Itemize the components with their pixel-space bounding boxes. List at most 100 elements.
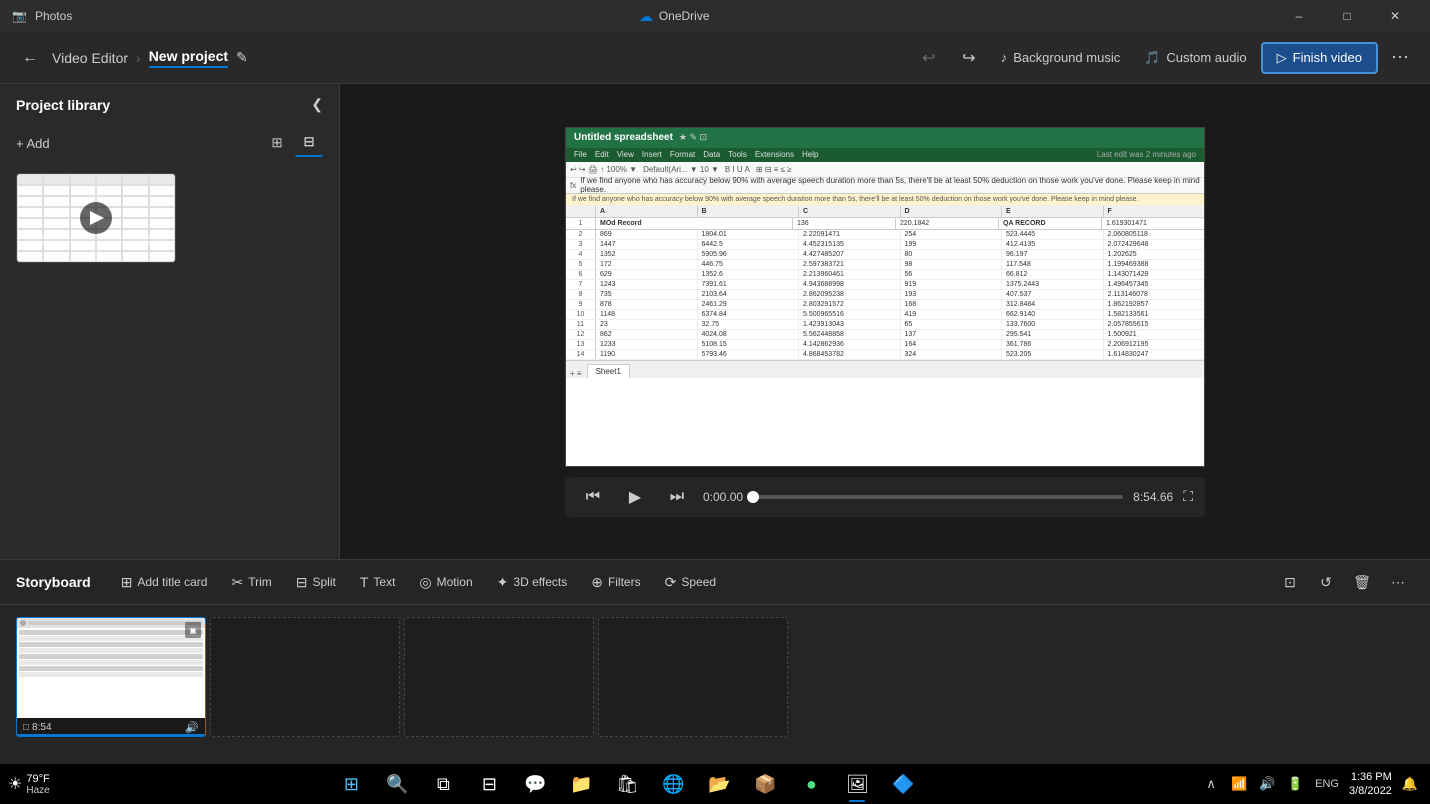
skip-back-button[interactable]: ⏮	[577, 481, 609, 513]
main-content: Project library ❮ + Add ⊞ ⊟	[0, 84, 1430, 559]
redo-button[interactable]: ↪	[951, 40, 987, 76]
finish-icon: ▷	[1277, 50, 1287, 66]
storyboard-title: Storyboard	[16, 574, 91, 590]
add-media-button[interactable]: + Add	[16, 136, 50, 151]
background-music-button[interactable]: ♪ Background music	[991, 44, 1130, 71]
sheet1-tab[interactable]: Sheet1	[587, 364, 630, 378]
story-clip-1[interactable]: ▣ □ 8:54 🔊	[16, 617, 206, 737]
trim-button[interactable]: ✂ Trim	[221, 568, 281, 597]
taskbar-taskview-button[interactable]: ⧉	[421, 764, 465, 804]
taskbar-battery-icon[interactable]: 🔋	[1281, 764, 1309, 804]
widgets-icon: ⊟	[482, 774, 497, 795]
library-toolbar: + Add ⊞ ⊟	[0, 125, 339, 165]
taskbar-chrome-button[interactable]: ●	[789, 764, 833, 804]
speed-label: Speed	[681, 575, 716, 589]
library-content	[0, 165, 339, 559]
taskbar-search-button[interactable]: 🔍	[375, 764, 419, 804]
system-tray-expand[interactable]: ∧	[1197, 764, 1225, 804]
speed-button[interactable]: ⟳ Speed	[655, 568, 726, 597]
taskbar-explorer-button[interactable]: 📁	[559, 764, 603, 804]
taskbar-eng-button[interactable]: ENG	[1311, 764, 1343, 804]
maximize-button[interactable]: □	[1324, 0, 1370, 32]
taskbar: ☀ 79°F Haze ⊞ 🔍 ⧉ ⊟ 💬 📁 🛍 🌐	[0, 764, 1430, 804]
taskbar-volume-icon[interactable]: 🔊	[1253, 764, 1281, 804]
taskbar-chat-button[interactable]: 💬	[513, 764, 557, 804]
formula-bar: fx If we find anyone who has accuracy be…	[566, 178, 1204, 194]
custom-audio-button[interactable]: 🎵 Custom audio	[1134, 44, 1256, 72]
project-library-header: Project library ❮	[0, 84, 339, 125]
motion-icon: ◎	[419, 574, 431, 591]
library-video-item[interactable]	[16, 173, 176, 263]
taskbar-folder-button[interactable]: 📂	[697, 764, 741, 804]
taskbar-notifications-button[interactable]: 🔔	[1398, 764, 1422, 804]
text-button[interactable]: T Text	[350, 568, 406, 596]
photos-taskbar-icon: 🖼	[846, 774, 869, 795]
storyboard-resize-button[interactable]: ⊡	[1274, 566, 1306, 598]
finish-video-button[interactable]: ▷ Finish video	[1261, 42, 1378, 74]
storyboard-delete-button[interactable]: 🗑	[1346, 566, 1378, 598]
close-button[interactable]: ✕	[1372, 0, 1418, 32]
undo-button[interactable]: ↩	[911, 40, 947, 76]
play-button[interactable]: ▶	[619, 481, 651, 513]
grid-view-button[interactable]: ⊞	[263, 129, 291, 157]
breadcrumb-separator: ›	[136, 50, 141, 66]
progress-thumb[interactable]	[747, 491, 759, 503]
taskview-icon: ⧉	[437, 774, 450, 795]
spreadsheet-content: Untitled spreadsheet ★ ✎ ⊡ File Edit Vie…	[566, 128, 1204, 466]
taskbar-start-button[interactable]: ⊞	[329, 764, 373, 804]
toolbar-actions: ↩ ↪ ♪ Background music 🎵 Custom audio ▷ …	[911, 40, 1418, 76]
storyboard-rotate-button[interactable]: ↺	[1310, 566, 1342, 598]
taskbar-edge-button[interactable]: 🌐	[651, 764, 695, 804]
weather-icon: ☀	[8, 774, 22, 794]
collapse-library-button[interactable]: ❮	[311, 96, 323, 113]
clip-progress-bar	[17, 734, 205, 736]
edge-icon: 🌐	[662, 774, 684, 795]
split-label: Split	[312, 575, 335, 589]
3d-effects-button[interactable]: ✦ 3D effects	[487, 568, 578, 597]
taskbar-right: ∧ 📶 🔊 🔋 ENG 1:36 PM 3/8/2022 🔔	[1197, 764, 1430, 804]
taskbar-widgets-button[interactable]: ⊟	[467, 764, 511, 804]
notifications-icon: 🔔	[1402, 776, 1418, 792]
weather-condition: Haze	[26, 785, 49, 796]
back-button[interactable]: ←	[12, 40, 48, 76]
taskbar-store-button[interactable]: 🛍	[605, 764, 649, 804]
more-options-button[interactable]: ⋯	[1382, 40, 1418, 76]
edit-project-name-button[interactable]: ✎	[236, 49, 248, 66]
taskbar-dropbox-button[interactable]: 📦	[743, 764, 787, 804]
text-label: Text	[373, 575, 395, 589]
fullscreen-button[interactable]: ⛶	[1183, 488, 1193, 505]
add-title-card-button[interactable]: ⊞ Add title card	[111, 568, 218, 597]
motion-label: Motion	[437, 575, 473, 589]
mod-record-label: MOd Record	[596, 218, 793, 229]
storyboard-more-button[interactable]: ⋯	[1382, 566, 1414, 598]
skip-forward-button[interactable]: ⏭	[661, 481, 693, 513]
onedrive-label: OneDrive	[659, 9, 710, 23]
filters-button[interactable]: ⊕ Filters	[581, 568, 650, 597]
onedrive-icon: ☁	[639, 8, 653, 25]
progress-bar[interactable]	[753, 495, 1123, 499]
taskbar-network-icon[interactable]: 📶	[1225, 764, 1253, 804]
project-name-label: New project	[149, 48, 228, 68]
video-preview-area: Untitled spreadsheet ★ ✎ ⊡ File Edit Vie…	[340, 84, 1430, 559]
filters-label: Filters	[608, 575, 641, 589]
clip-audio-icon: 🔊	[185, 721, 199, 734]
list-view-button[interactable]: ⊟	[295, 129, 323, 157]
taskbar-photos-button[interactable]: 🖼	[835, 764, 879, 804]
taskbar-apps: ⊞ 🔍 ⧉ ⊟ 💬 📁 🛍 🌐 📂 📦 ●	[58, 764, 1197, 804]
explorer-icon: 📁	[570, 774, 592, 795]
duration-icon: □	[23, 722, 29, 733]
add-title-card-icon: ⊞	[121, 574, 133, 591]
motion-button[interactable]: ◎ Motion	[409, 568, 482, 597]
video-thumbnail	[17, 174, 175, 262]
story-clip-empty-2	[404, 617, 594, 737]
taskbar-time-date: 1:36 PM 3/8/2022	[1349, 770, 1392, 799]
taskbar-weather[interactable]: ☀ 79°F Haze	[0, 773, 58, 796]
taskbar-app-extra[interactable]: 🔷	[881, 764, 925, 804]
minimize-button[interactable]: –	[1276, 0, 1322, 32]
3d-effects-icon: ✦	[497, 574, 509, 591]
store-icon: 🛍	[616, 774, 639, 795]
filters-icon: ⊕	[591, 574, 603, 591]
onedrive-area: ☁ OneDrive	[639, 8, 710, 25]
split-button[interactable]: ⊟ Split	[286, 568, 346, 597]
taskbar-clock[interactable]: 1:36 PM 3/8/2022	[1345, 764, 1396, 804]
